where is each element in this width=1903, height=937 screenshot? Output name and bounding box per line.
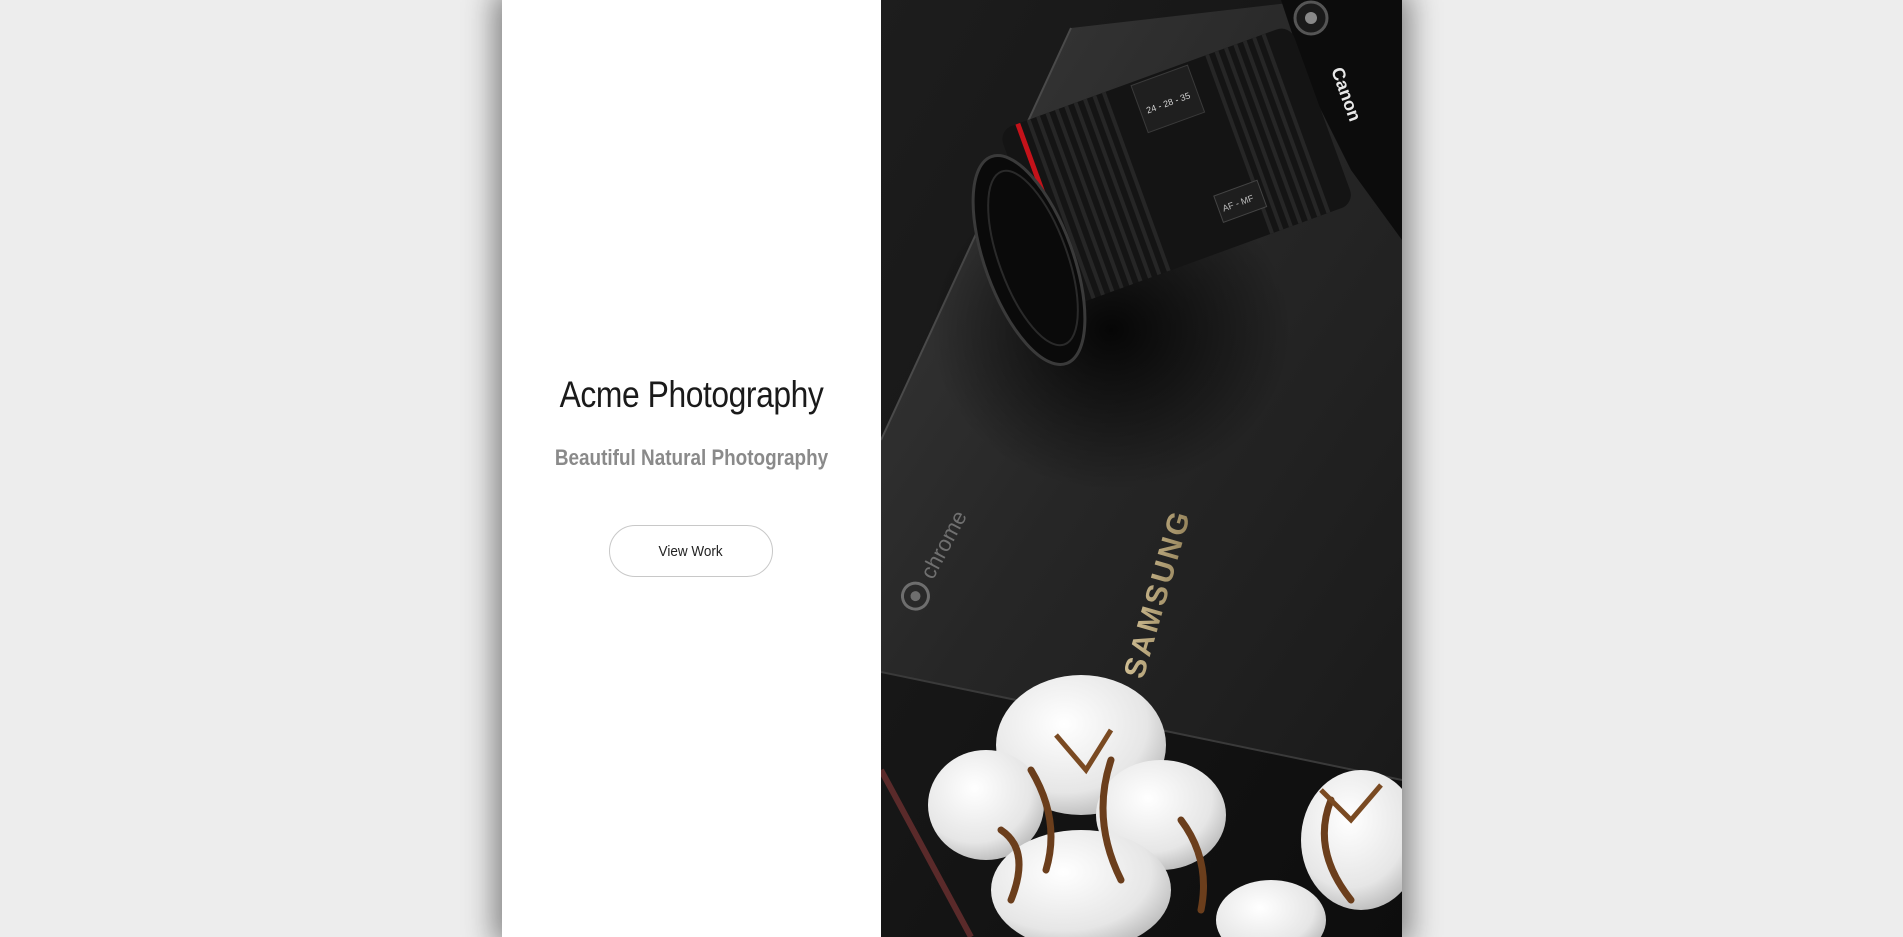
view-work-button-label: View Work <box>658 542 724 560</box>
camera-laptop-photo: chrome SAMSUNG Canon 24 - 28 - 35 AF - M… <box>881 0 1402 937</box>
hero-card: Acme Photography Beautiful Natural Photo… <box>502 0 1402 937</box>
page-subtitle: Beautiful Natural Photography <box>554 445 829 470</box>
page-title: Acme Photography <box>559 374 824 415</box>
hero-text-panel: Acme Photography Beautiful Natural Photo… <box>502 0 881 937</box>
view-work-button[interactable]: View Work <box>609 525 773 577</box>
page: Acme Photography Beautiful Natural Photo… <box>0 0 1903 937</box>
hero-photo: chrome SAMSUNG Canon 24 - 28 - 35 AF - M… <box>881 0 1402 937</box>
